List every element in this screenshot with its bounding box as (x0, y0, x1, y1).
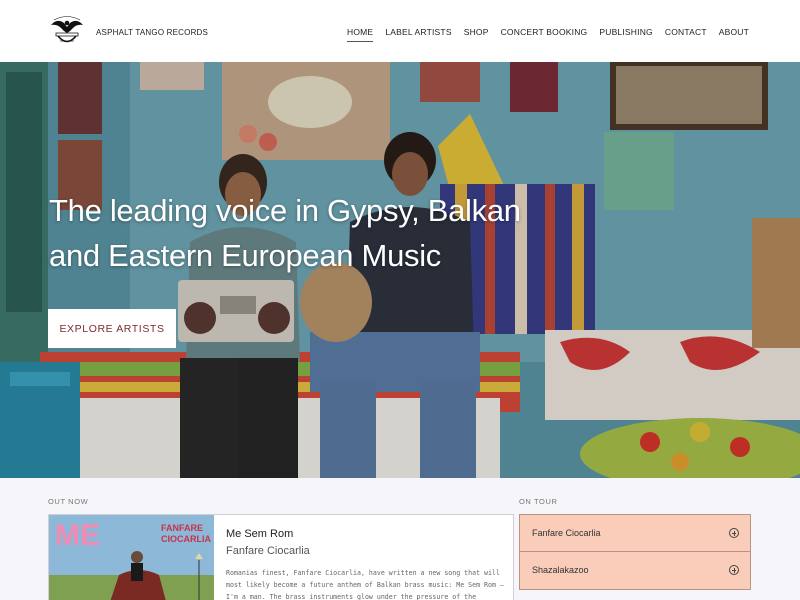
album-cover[interactable]: ME FANFARE CIOCARLIA (49, 515, 214, 600)
release-artist: Fanfare Ciocarlia (226, 545, 310, 557)
nav-item-contact[interactable]: CONTACT (665, 27, 707, 42)
svg-text:FANFARE: FANFARE (161, 523, 203, 533)
plus-circle-icon[interactable] (729, 565, 739, 575)
tour-list: Fanfare Ciocarlia Shazalakazoo (519, 514, 751, 590)
cover-big-text: ME (55, 519, 100, 552)
nav-item-home[interactable]: HOME (347, 27, 374, 42)
plus-circle-icon[interactable] (729, 528, 739, 538)
nav-item-about[interactable]: ABOUT (719, 27, 749, 42)
hero-banner: The leading voice in Gypsy, Balkan and E… (0, 62, 800, 478)
releases-section: OUT NOW ON TOUR ME FANFARE CIOCARLIA Me … (0, 478, 800, 600)
nav-item-concert-booking[interactable]: CONCERT BOOKING (501, 27, 588, 42)
brand-name[interactable]: ASPHALT TANGO RECORDS (96, 28, 208, 37)
explore-artists-button[interactable]: EXPLORE ARTISTS (48, 309, 176, 348)
release-card[interactable]: ME FANFARE CIOCARLIA Me Sem Rom Fanfare … (48, 514, 514, 600)
nav-item-shop[interactable]: SHOP (464, 27, 489, 42)
site-header: ASPHALT TANGO RECORDS HOME LABEL ARTISTS… (0, 0, 800, 62)
eagle-logo-icon[interactable] (48, 12, 86, 50)
nav-item-publishing[interactable]: PUBLISHING (599, 27, 653, 42)
tour-item[interactable]: Shazalakazoo (519, 552, 751, 590)
main-nav: HOME LABEL ARTISTS SHOP CONCERT BOOKING … (347, 27, 749, 42)
tour-item-name: Shazalakazoo (532, 565, 589, 575)
tour-item-name: Fanfare Ciocarlia (532, 528, 601, 538)
release-description: Romanias finest, Fanfare Ciocarlia, have… (226, 569, 504, 600)
hero-title: The leading voice in Gypsy, Balkan and E… (49, 193, 521, 273)
nav-item-label-artists[interactable]: LABEL ARTISTS (385, 27, 451, 42)
tour-item[interactable]: Fanfare Ciocarlia (519, 514, 751, 552)
svg-text:CIOCARLIA: CIOCARLIA (161, 534, 211, 544)
release-title[interactable]: Me Sem Rom (226, 528, 293, 540)
out-now-label: OUT NOW (48, 497, 89, 506)
on-tour-label: ON TOUR (519, 497, 558, 506)
